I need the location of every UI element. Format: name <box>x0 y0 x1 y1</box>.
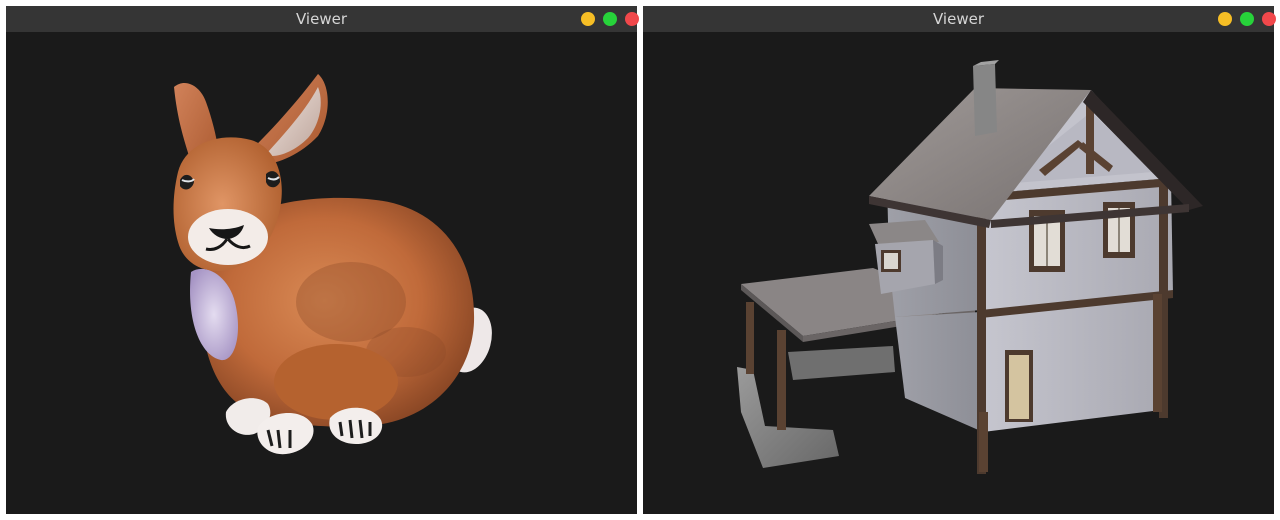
bunny-hind-paw <box>329 407 383 444</box>
viewer-window-left: Viewer <box>6 6 639 514</box>
viewport-canvas[interactable] <box>643 32 1274 514</box>
minimize-button[interactable] <box>581 12 595 26</box>
window-title: Viewer <box>296 10 347 28</box>
stone-foundation <box>737 367 839 468</box>
minimize-button[interactable] <box>1218 12 1232 26</box>
bunny-model <box>173 74 492 455</box>
porch-post <box>746 302 754 374</box>
close-button[interactable] <box>625 12 639 26</box>
lower-wall-side <box>895 312 983 432</box>
maximize-button[interactable] <box>1240 12 1254 26</box>
house-model <box>737 60 1203 474</box>
viewer-window-right: Viewer <box>643 6 1276 514</box>
bunny-hind-leg <box>274 344 398 420</box>
viewport-canvas[interactable] <box>6 32 637 514</box>
porch-post <box>777 330 786 430</box>
window-title: Viewer <box>933 10 984 28</box>
maximize-button[interactable] <box>603 12 617 26</box>
titlebar[interactable]: Viewer <box>6 6 639 32</box>
titlebar[interactable]: Viewer <box>643 6 1276 32</box>
chimney <box>973 64 997 136</box>
close-button[interactable] <box>1262 12 1276 26</box>
